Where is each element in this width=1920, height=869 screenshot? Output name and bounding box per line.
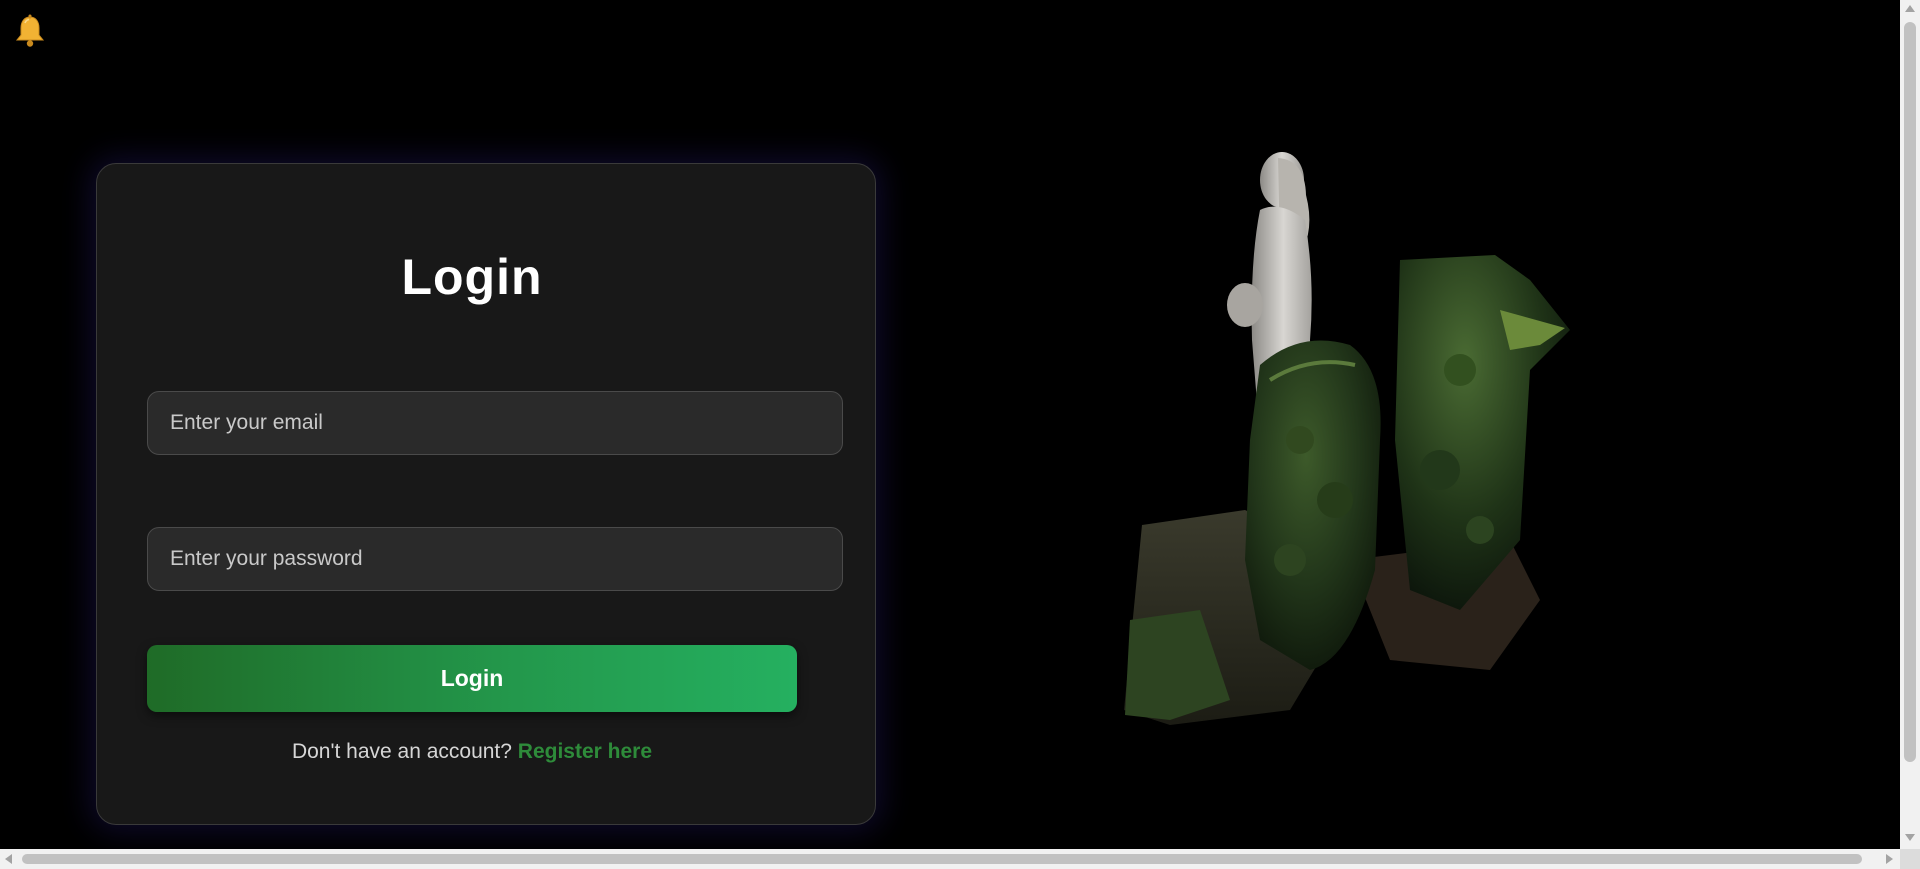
password-field[interactable] (147, 527, 843, 591)
horizontal-scroll-thumb[interactable] (22, 854, 1862, 864)
statue-hedge-scan-image (1124, 152, 1570, 725)
register-prompt: Don't have an account? Register here (0, 740, 944, 764)
page-viewport: Login Login Don't have an account? Regis… (0, 0, 1900, 849)
login-title: Login (401, 249, 543, 305)
email-field[interactable] (147, 391, 843, 455)
scrollbar-corner (1900, 849, 1920, 869)
horizontal-scrollbar[interactable] (0, 849, 1900, 869)
register-prompt-text: Don't have an account? (291, 740, 512, 763)
scroll-down-arrow-icon[interactable] (1905, 834, 1915, 841)
login-button[interactable]: Login (147, 645, 797, 712)
scroll-left-arrow-icon[interactable] (5, 854, 12, 864)
vertical-scroll-thumb[interactable] (1904, 22, 1916, 762)
scroll-right-arrow-icon[interactable] (1886, 854, 1893, 864)
vertical-scrollbar[interactable] (1900, 0, 1920, 849)
register-link[interactable]: Register here (518, 740, 652, 763)
bell-icon[interactable] (14, 14, 46, 48)
scroll-up-arrow-icon[interactable] (1905, 5, 1915, 12)
